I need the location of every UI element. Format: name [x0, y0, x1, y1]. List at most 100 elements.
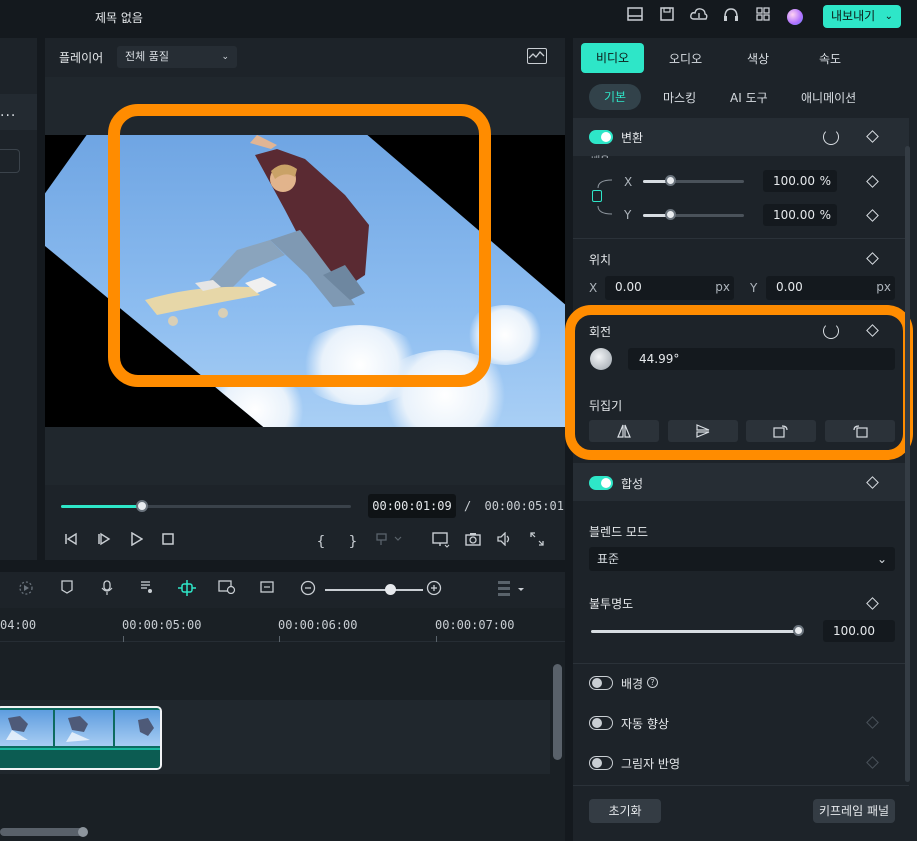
chevron-down-icon: ⌄ — [221, 52, 229, 62]
marker-icon[interactable] — [57, 580, 77, 600]
save-icon[interactable] — [657, 7, 677, 27]
grid-apps-icon[interactable] — [753, 7, 773, 27]
percent-unit: % — [819, 208, 831, 222]
opacity-value: 100.00 — [833, 624, 875, 638]
compositing-toggle[interactable] — [589, 476, 613, 490]
px-unit: px — [715, 280, 730, 294]
ruler-label: 04:00 — [0, 618, 37, 632]
track-layout-icon[interactable] — [496, 580, 524, 600]
subtab-animation[interactable]: 애니메이션 — [801, 89, 856, 106]
export-label: 내보내기 — [831, 9, 876, 23]
search-field-edge[interactable] — [0, 149, 20, 173]
horizontal-scroll-handle[interactable] — [78, 827, 88, 837]
blend-mode-select[interactable]: 표준 ⌄ — [589, 547, 895, 571]
stop-icon[interactable] — [158, 532, 178, 552]
blend-mode-label: 블렌드 모드 — [589, 525, 649, 539]
scale-x-value: 100.00 — [773, 174, 815, 188]
ruler-label: 00:00:06:00 — [278, 618, 358, 632]
scale-y-input[interactable]: 100.00 % — [763, 204, 837, 226]
video-clip[interactable] — [0, 706, 162, 770]
music-track-icon[interactable] — [137, 580, 157, 600]
transform-toggle[interactable] — [589, 130, 613, 144]
fit-timeline-icon[interactable] — [257, 580, 277, 600]
scale-label-partial: 배율 — [591, 152, 609, 158]
volume-icon[interactable] — [495, 531, 515, 552]
ai-cut-icon[interactable] — [177, 580, 197, 600]
zoom-slider-knob[interactable] — [385, 584, 396, 595]
blend-mode-value: 표준 — [597, 552, 620, 566]
headset-icon[interactable] — [721, 7, 741, 27]
properties-scrollbar[interactable] — [905, 146, 910, 782]
clip-audio-waveform — [0, 748, 160, 768]
snapshot-marker-icon — [376, 532, 402, 552]
keyframe-panel-button[interactable]: 키프레임 패널 — [813, 799, 895, 823]
quality-value: 전체 품질 — [125, 50, 169, 63]
current-timecode[interactable]: 00:00:01:09 — [368, 494, 456, 518]
position-x-value: 0.00 — [615, 280, 642, 294]
tab-audio[interactable]: 오디오 — [669, 50, 702, 67]
opacity-slider-knob[interactable] — [793, 625, 804, 636]
media-panel-edge: ... — [0, 38, 37, 560]
previous-frame-icon[interactable] — [61, 532, 81, 552]
cloud-upload-icon[interactable] — [689, 7, 709, 27]
display-icon[interactable] — [431, 532, 451, 552]
vertical-scrollbar[interactable] — [553, 664, 562, 760]
user-avatar-icon[interactable] — [787, 9, 803, 25]
help-icon[interactable]: ? — [647, 677, 658, 688]
more-options-icon[interactable]: ... — [0, 104, 16, 120]
position-y-input[interactable]: 0.00 px — [766, 276, 895, 300]
chevron-down-icon: ⌄ — [876, 552, 887, 566]
shadow-title: 그림자 반영 — [621, 757, 681, 771]
playhead-knob[interactable] — [136, 500, 148, 512]
microphone-icon[interactable] — [97, 580, 117, 600]
scale-x-slider-knob[interactable] — [665, 175, 676, 186]
position-y-value: 0.00 — [776, 280, 803, 294]
zoom-out-icon[interactable] — [298, 580, 318, 600]
position-label: 위치 — [589, 253, 612, 267]
export-button[interactable]: 내보내기 ⌄ — [823, 5, 901, 28]
next-frame-icon[interactable] — [94, 532, 114, 552]
shadow-toggle[interactable] — [589, 756, 613, 770]
zoom-slider-track[interactable] — [325, 589, 423, 591]
lock-icon[interactable] — [592, 190, 602, 202]
subtab-ai-tools[interactable]: AI 도구 — [730, 89, 768, 106]
camera-snapshot-icon[interactable] — [463, 532, 483, 552]
tab-color[interactable]: 색상 — [747, 50, 769, 67]
total-duration: 00:00:05:01 — [484, 499, 564, 513]
mark-in-icon[interactable]: { — [311, 532, 331, 552]
opacity-slider-fill[interactable] — [591, 630, 799, 633]
replace-media-icon[interactable] — [217, 580, 237, 600]
tab-video[interactable]: 비디오 — [581, 43, 644, 73]
opacity-input[interactable]: 100.00 — [823, 620, 895, 642]
background-toggle[interactable] — [589, 676, 613, 690]
timeline-toolbar — [0, 572, 565, 608]
highlight-rectangle-preview — [108, 104, 491, 387]
total-timecode: / 00:00:05:01 — [464, 499, 564, 513]
opacity-label: 불투명도 — [589, 597, 634, 611]
scale-y-slider-knob[interactable] — [665, 209, 676, 220]
quality-select[interactable]: 전체 품질 ⌄ — [117, 46, 237, 68]
zoom-in-icon[interactable] — [424, 580, 444, 600]
reset-button[interactable]: 초기화 — [589, 799, 661, 823]
px-unit: px — [876, 280, 891, 294]
auto-reframe-icon[interactable] — [16, 580, 36, 600]
background-title: 배경 — [621, 677, 644, 691]
tab-speed[interactable]: 속도 — [819, 50, 841, 67]
transform-title: 변환 — [621, 131, 644, 145]
reset-icon[interactable] — [823, 129, 839, 145]
subtab-masking[interactable]: 마스킹 — [663, 89, 696, 106]
auto-enhance-toggle[interactable] — [589, 716, 613, 730]
timecode-separator: / — [464, 499, 472, 513]
scale-x-input[interactable]: 100.00 % — [763, 170, 837, 192]
fullscreen-icon[interactable] — [527, 532, 547, 552]
auto-enhance-title: 자동 향상 — [621, 717, 669, 731]
scope-icon[interactable] — [527, 48, 547, 64]
mark-out-icon[interactable]: } — [343, 532, 363, 552]
ruler-label: 00:00:07:00 — [435, 618, 515, 632]
subtab-basic[interactable]: 기본 — [589, 84, 641, 110]
position-y-label: Y — [750, 281, 758, 295]
horizontal-scrollbar[interactable] — [0, 828, 85, 836]
layout-icon[interactable] — [625, 7, 645, 27]
position-x-input[interactable]: 0.00 px — [605, 276, 734, 300]
play-icon[interactable] — [126, 531, 146, 552]
